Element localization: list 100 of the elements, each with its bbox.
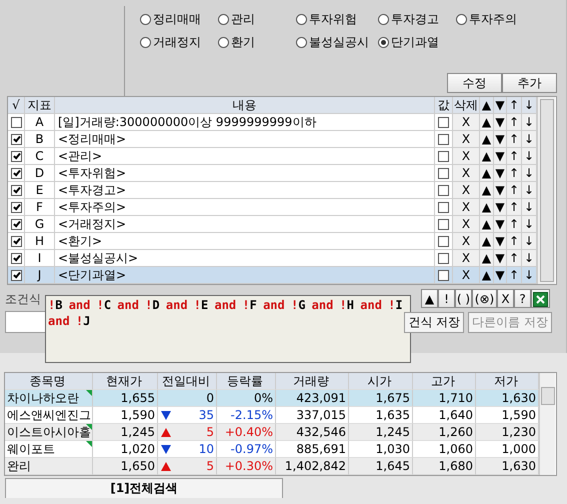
- table-row[interactable]: 이스트아시아홀 1,245 5 +0.40% 432,546 1,245 1,260 1,230: [5, 424, 539, 441]
- checkbox[interactable]: [438, 117, 449, 128]
- radio-option[interactable]: 투자경고: [378, 10, 456, 28]
- table-row[interactable]: A [일]거래량:300000000이상 9999999999이하 X ▲ ▼ ↑ ↓: [8, 114, 537, 131]
- move-up-button[interactable]: ▲: [480, 131, 494, 148]
- save-button[interactable]: 건식 저장: [404, 312, 464, 332]
- move-up-button[interactable]: ↑: [507, 114, 522, 131]
- move-up-button[interactable]: ▲: [480, 267, 494, 284]
- checkbox[interactable]: [10, 253, 22, 264]
- radio-option[interactable]: 관리: [218, 10, 296, 28]
- move-up-button[interactable]: ↑: [507, 199, 522, 216]
- delete-button[interactable]: X: [453, 267, 480, 284]
- move-up-button[interactable]: ▲: [480, 148, 494, 165]
- move-down-button[interactable]: ↓: [522, 250, 537, 267]
- table-row[interactable]: B <정리매매> X ▲ ▼ ↑ ↓: [8, 131, 537, 148]
- table-row[interactable]: H <환기> X ▲ ▼ ↑ ↓: [8, 233, 537, 250]
- move-down-button[interactable]: ↓: [522, 233, 537, 250]
- delete-button[interactable]: X: [453, 165, 480, 182]
- move-down-button[interactable]: ▼: [494, 182, 507, 199]
- move-up-button[interactable]: ▲: [480, 165, 494, 182]
- move-down-button[interactable]: ▼: [494, 267, 507, 284]
- move-up-button[interactable]: ↑: [507, 131, 522, 148]
- delete-button[interactable]: X: [453, 131, 480, 148]
- operator-button[interactable]: !: [438, 289, 455, 308]
- move-down-button[interactable]: ↓: [522, 131, 537, 148]
- table-row[interactable]: J <단기과열> X ▲ ▼ ↑ ↓: [8, 267, 537, 284]
- table-row[interactable]: C <관리> X ▲ ▼ ↑ ↓: [8, 148, 537, 165]
- move-up-button[interactable]: ▲: [480, 233, 494, 250]
- checkbox[interactable]: [438, 253, 449, 264]
- move-down-button[interactable]: ↓: [522, 216, 537, 233]
- operator-button[interactable]: ?: [514, 289, 531, 308]
- move-up-button[interactable]: ▲: [480, 250, 494, 267]
- delete-button[interactable]: X: [453, 199, 480, 216]
- radio-option[interactable]: 투자주의: [456, 10, 534, 28]
- delete-button[interactable]: X: [453, 114, 480, 131]
- move-up-button[interactable]: ↑: [507, 216, 522, 233]
- delete-button[interactable]: X: [453, 216, 480, 233]
- delete-button[interactable]: X: [453, 250, 480, 267]
- move-down-button[interactable]: ↓: [522, 148, 537, 165]
- checkbox[interactable]: [438, 236, 449, 248]
- delete-button[interactable]: X: [453, 233, 480, 250]
- table-row[interactable]: F <투자주의> X ▲ ▼ ↑ ↓: [8, 199, 537, 216]
- table-row[interactable]: 완리 1,650 5 +0.30% 1,402,842 1,645 1,680 1,630: [5, 458, 539, 475]
- move-down-button[interactable]: ↓: [522, 114, 537, 131]
- excel-icon-button[interactable]: [531, 289, 550, 308]
- move-down-button[interactable]: ↓: [522, 267, 537, 284]
- checkbox[interactable]: [10, 151, 22, 162]
- operator-button[interactable]: X: [497, 289, 514, 308]
- scrollbar[interactable]: [539, 373, 555, 475]
- table-row[interactable]: G <거래정지> X ▲ ▼ ↑ ↓: [8, 216, 537, 233]
- move-up-button[interactable]: ↑: [507, 165, 522, 182]
- move-up-button[interactable]: ▲: [480, 182, 494, 199]
- checkbox[interactable]: [10, 219, 22, 230]
- radio-option[interactable]: 거래정지: [140, 33, 218, 51]
- checkbox[interactable]: [10, 168, 22, 180]
- radio-option[interactable]: 투자위험: [296, 10, 378, 28]
- move-up-button[interactable]: ↑: [507, 233, 522, 250]
- delete-button[interactable]: X: [453, 148, 480, 165]
- move-up-button[interactable]: ▲: [480, 216, 494, 233]
- checkbox[interactable]: [438, 134, 449, 146]
- move-down-button[interactable]: ▼: [494, 250, 507, 267]
- checkbox[interactable]: [438, 185, 449, 196]
- checkbox[interactable]: [438, 168, 449, 180]
- move-down-button[interactable]: ▼: [494, 165, 507, 182]
- checkbox[interactable]: [10, 134, 22, 146]
- checkbox[interactable]: [438, 202, 449, 214]
- checkbox[interactable]: [438, 151, 449, 162]
- move-up-button[interactable]: ▲: [480, 199, 494, 216]
- move-up-button[interactable]: ▲: [480, 114, 494, 131]
- checkbox[interactable]: [10, 202, 22, 214]
- operator-button[interactable]: (⊗): [472, 289, 497, 308]
- checkbox[interactable]: [10, 117, 22, 128]
- move-down-button[interactable]: ↓: [522, 165, 537, 182]
- move-down-button[interactable]: ▼: [494, 148, 507, 165]
- table-row[interactable]: E <투자경고> X ▲ ▼ ↑ ↓: [8, 182, 537, 199]
- checkbox[interactable]: [10, 270, 22, 282]
- edit-button[interactable]: 수정: [447, 73, 502, 93]
- move-down-button[interactable]: ▼: [494, 131, 507, 148]
- move-up-button[interactable]: ↑: [507, 148, 522, 165]
- move-up-button[interactable]: ↑: [507, 182, 522, 199]
- delete-button[interactable]: X: [453, 182, 480, 199]
- move-down-button[interactable]: ▼: [494, 114, 507, 131]
- move-down-button[interactable]: ▼: [494, 216, 507, 233]
- radio-option[interactable]: 정리매매: [140, 10, 218, 28]
- radio-option[interactable]: 단기과열: [378, 33, 456, 51]
- move-down-button[interactable]: ▼: [494, 199, 507, 216]
- radio-option[interactable]: 환기: [218, 33, 296, 51]
- operator-button[interactable]: ▲: [421, 289, 438, 308]
- radio-option[interactable]: 불성실공시: [296, 33, 378, 51]
- move-down-button[interactable]: ↓: [522, 182, 537, 199]
- tab[interactable]: [1]전체검색: [5, 478, 283, 498]
- checkbox[interactable]: [10, 185, 22, 196]
- checkbox[interactable]: [438, 219, 449, 230]
- move-up-button[interactable]: ↑: [507, 250, 522, 267]
- checkbox[interactable]: [438, 270, 449, 282]
- scrollbar[interactable]: [537, 97, 555, 284]
- table-row[interactable]: D <투자위험> X ▲ ▼ ↑ ↓: [8, 165, 537, 182]
- add-button[interactable]: 추가: [502, 73, 557, 93]
- checkbox[interactable]: [10, 236, 22, 248]
- move-up-button[interactable]: ↑: [507, 267, 522, 284]
